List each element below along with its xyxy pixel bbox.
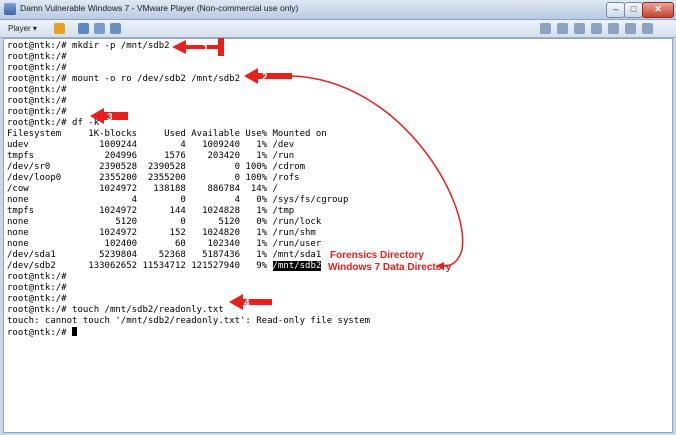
step-3-label: 3 <box>107 112 113 123</box>
forensics-directory-label: Forensics Directory <box>330 250 424 261</box>
connector-curve <box>291 75 464 267</box>
step-1-label: 1 <box>203 43 209 54</box>
annotation-overlay: 1 2 3 4 <box>90 38 464 310</box>
step-4-arrow-icon <box>229 294 272 310</box>
step-2-label: 2 <box>262 72 268 83</box>
step-2-arrow-icon <box>244 68 292 84</box>
step-4-label: 4 <box>244 298 250 309</box>
windows7-data-directory-label: Windows 7 Data Directory <box>328 262 452 273</box>
step-1-arrow-icon <box>172 38 224 56</box>
